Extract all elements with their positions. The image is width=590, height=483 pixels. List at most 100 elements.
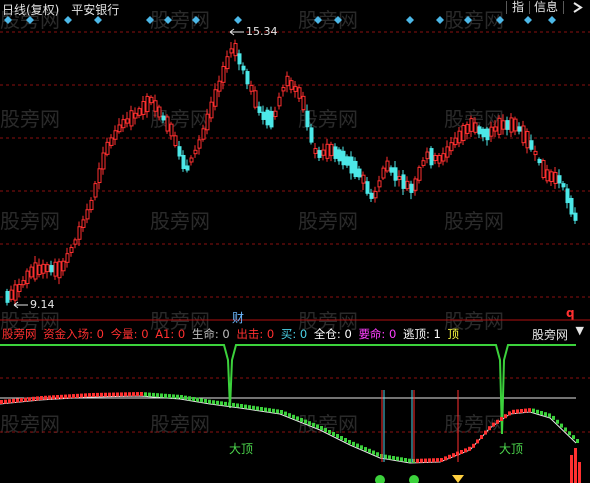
band-segment bbox=[228, 402, 231, 407]
band-segment bbox=[428, 458, 431, 463]
signal-diamond-icon bbox=[64, 16, 72, 24]
band-segment bbox=[116, 392, 119, 397]
candle-body bbox=[157, 106, 162, 118]
band-segment bbox=[92, 392, 95, 397]
band-segment bbox=[112, 392, 115, 397]
band-segment bbox=[496, 419, 499, 424]
band-segment bbox=[276, 409, 279, 414]
band-segment bbox=[504, 414, 507, 419]
band-segment bbox=[72, 394, 75, 399]
candle-body bbox=[289, 80, 294, 90]
band-segment bbox=[24, 397, 27, 402]
stock-chart-window: 日线(复权) 平安银行 指 信息 股旁网 股旁网 股旁网 股旁网 股旁网 股旁网… bbox=[0, 0, 590, 483]
signal-diamond-icon bbox=[192, 16, 200, 24]
candle-body bbox=[425, 151, 430, 160]
legend-item: A1: 0 bbox=[155, 327, 186, 341]
band-segment bbox=[452, 453, 455, 458]
candle-body bbox=[181, 154, 186, 170]
candle-body bbox=[41, 263, 46, 274]
band-segment bbox=[444, 456, 447, 461]
band-segment bbox=[480, 435, 483, 439]
signal-diamonds bbox=[4, 16, 556, 24]
candle-body bbox=[213, 89, 218, 107]
candle-body bbox=[133, 112, 138, 119]
band-segment bbox=[372, 450, 375, 455]
band-segment bbox=[16, 398, 19, 403]
band-segment bbox=[528, 408, 531, 413]
band-segment bbox=[472, 443, 475, 448]
collapse-arrow-icon[interactable]: ▼ bbox=[576, 324, 584, 337]
band-segment bbox=[212, 400, 215, 405]
chart-canvas[interactable] bbox=[0, 0, 590, 483]
candle-body bbox=[401, 174, 406, 189]
candle-body bbox=[253, 90, 258, 108]
candle-body bbox=[37, 264, 42, 275]
candle-body bbox=[221, 66, 226, 83]
candle-body bbox=[345, 156, 350, 166]
band-segment bbox=[516, 409, 519, 414]
band-segment bbox=[252, 405, 255, 410]
band-segment bbox=[360, 445, 363, 450]
band-segment bbox=[436, 458, 439, 463]
candle-body bbox=[189, 157, 194, 163]
candle-body bbox=[493, 126, 498, 132]
band-segment bbox=[500, 417, 503, 421]
candle-body bbox=[105, 141, 110, 155]
band-segment bbox=[240, 404, 243, 408]
band-segment bbox=[512, 409, 515, 414]
legend-item: 资金入场: 0 bbox=[43, 327, 105, 341]
band-segment bbox=[408, 458, 411, 463]
candle-body bbox=[329, 143, 334, 157]
band-segment bbox=[288, 413, 291, 418]
band-segment bbox=[564, 427, 567, 432]
band-segment bbox=[128, 392, 131, 397]
candle-body bbox=[509, 117, 514, 133]
candle-body bbox=[317, 150, 322, 158]
band-segment bbox=[572, 435, 575, 440]
band-segment bbox=[148, 392, 151, 397]
band-segment bbox=[348, 440, 351, 444]
low-marker bbox=[13, 301, 28, 309]
candle-body bbox=[17, 284, 22, 292]
band-segment bbox=[268, 408, 271, 413]
candle-body bbox=[529, 140, 534, 150]
candle-body bbox=[397, 175, 402, 181]
band-segment bbox=[520, 409, 523, 413]
legend-item: 要命: 0 bbox=[358, 327, 397, 341]
band-segment bbox=[200, 398, 203, 403]
band-segment bbox=[248, 405, 251, 410]
candle-body bbox=[525, 131, 530, 149]
candle-body bbox=[557, 175, 562, 184]
candle-body bbox=[325, 143, 330, 159]
candle-body bbox=[197, 139, 202, 149]
band-segment bbox=[328, 430, 331, 434]
band-segment bbox=[4, 399, 7, 404]
candle-body bbox=[549, 171, 554, 182]
candle-body bbox=[109, 137, 114, 146]
candle-body bbox=[561, 183, 566, 188]
band-segment bbox=[56, 395, 59, 400]
band-segment bbox=[552, 415, 555, 420]
candle-body bbox=[89, 199, 94, 211]
band-segment bbox=[448, 454, 451, 459]
band-segment bbox=[344, 438, 347, 442]
candle-body bbox=[173, 135, 178, 147]
band-segment bbox=[568, 431, 571, 436]
finance-marker[interactable]: 财 bbox=[232, 309, 244, 326]
band-segment bbox=[184, 395, 187, 400]
candle-body bbox=[13, 284, 18, 301]
candle-body bbox=[405, 180, 410, 190]
band-segment bbox=[260, 407, 263, 411]
band-segment bbox=[264, 407, 267, 412]
candle-body bbox=[321, 149, 326, 156]
band-segment bbox=[124, 392, 127, 397]
band-segment bbox=[168, 394, 171, 399]
candle-body bbox=[225, 56, 230, 70]
band-segment bbox=[400, 457, 403, 462]
band-segment bbox=[336, 434, 339, 438]
band-segment bbox=[84, 393, 87, 398]
band-segment bbox=[164, 393, 167, 398]
candle-body bbox=[9, 289, 14, 300]
candle-body bbox=[473, 122, 478, 133]
band-segment bbox=[536, 409, 539, 414]
